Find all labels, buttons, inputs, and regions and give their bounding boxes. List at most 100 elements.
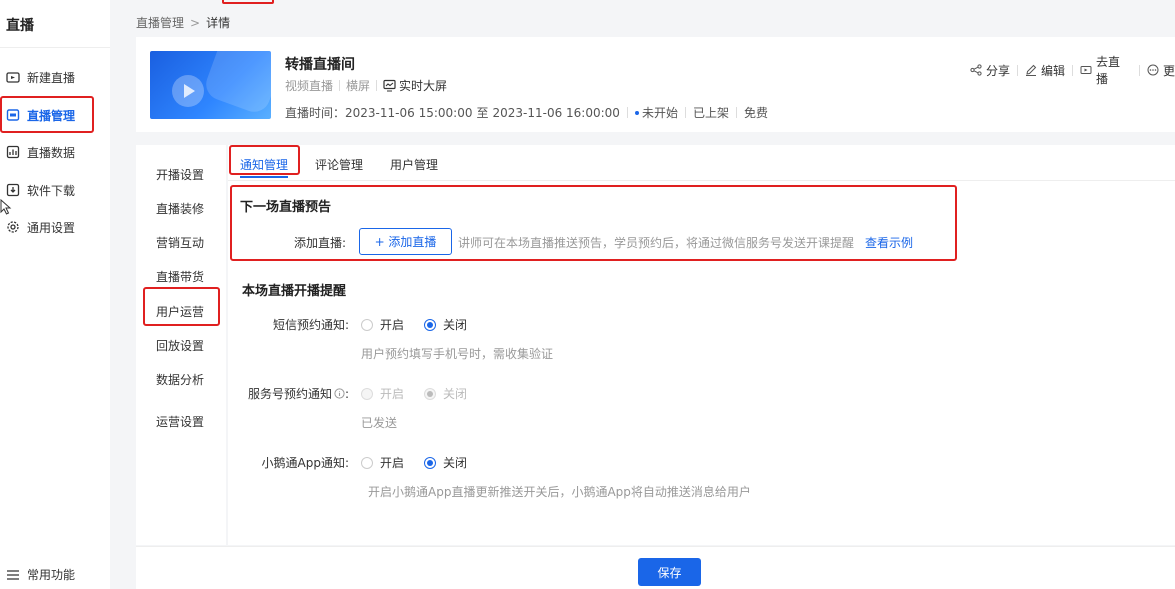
- meta-divider: [339, 80, 341, 91]
- sms-hint: 用户预约填写手机号时，需收集验证: [361, 347, 554, 361]
- meta-divider: [376, 80, 378, 91]
- live-time-to: 至: [476, 106, 489, 120]
- realtime-screen-link[interactable]: 实时大屏: [383, 77, 447, 94]
- new-live-icon: [6, 72, 20, 83]
- live-orientation: 横屏: [346, 79, 371, 93]
- realtime-screen-label: 实时大屏: [399, 79, 448, 93]
- mouse-cursor-icon: [0, 199, 12, 215]
- sidebar-item-live-data[interactable]: 直播数据: [6, 142, 75, 162]
- sidebar-divider: [0, 47, 110, 48]
- app-hint: 开启小鹅通App直播更新推送开关后，小鹅通App将自动推送消息给用户: [368, 485, 751, 499]
- play-icon: [172, 75, 204, 107]
- highlight-box-live-manage: [0, 96, 94, 133]
- service-hint: 已发送: [361, 416, 398, 430]
- service-notice-label: 服务号预约通知:: [230, 385, 349, 402]
- sms-on-radio[interactable]: 开启: [361, 316, 404, 333]
- menu-icon: [7, 569, 19, 580]
- action-divider: [1072, 64, 1073, 76]
- live-data-icon: [6, 145, 20, 159]
- save-button[interactable]: 保存: [638, 558, 701, 586]
- live-meta: 视频直播 横屏 实时大屏: [285, 77, 447, 94]
- submenu-item-broadcast-settings[interactable]: 开播设置: [156, 166, 204, 183]
- sidebar-item-new-live[interactable]: 新建直播: [6, 67, 75, 87]
- live-time-end: 2023-11-06 16:00:00: [492, 105, 620, 120]
- app-on-radio[interactable]: 开启: [361, 454, 404, 471]
- more-label: 更: [1162, 63, 1175, 78]
- highlight-box-user-operation: [143, 287, 220, 326]
- app-off-radio[interactable]: 关闭: [424, 454, 467, 471]
- time-divider: [626, 107, 628, 118]
- breadcrumb-current: 详情: [206, 16, 231, 30]
- live-header-card: 转播直播间 视频直播 横屏 实时大屏 直播时间： 2023-11-06 15:0…: [136, 37, 1175, 132]
- sidebar-item-download[interactable]: 软件下载: [6, 180, 75, 200]
- action-divider: [1138, 64, 1140, 76]
- submenu-item-selling[interactable]: 直播带货: [156, 268, 204, 285]
- live-time-row: 直播时间： 2023-11-06 15:00:00 至 2023-11-06 1…: [285, 104, 768, 121]
- sms-notice-label: 短信预约通知:: [272, 318, 349, 332]
- service-notice-text: 服务号预约通知: [247, 387, 332, 401]
- radio-circle: [361, 456, 373, 469]
- tab-users[interactable]: 用户管理: [390, 156, 438, 173]
- service-notice-colon: :: [344, 387, 349, 401]
- live-title: 转播直播间: [285, 57, 355, 73]
- live-time-label: 直播时间：: [285, 106, 346, 120]
- submenu-item-playback[interactable]: 回放设置: [156, 337, 204, 354]
- status-dot: [634, 110, 639, 115]
- share-label: 分享: [986, 63, 1011, 78]
- radio-circle: [361, 387, 373, 400]
- more-button[interactable]: 更: [1147, 62, 1175, 79]
- breadcrumb: 直播管理 > 详情: [136, 14, 230, 31]
- submenu-item-analytics[interactable]: 数据分析: [156, 371, 204, 388]
- time-divider: [684, 107, 686, 118]
- breadcrumb-parent[interactable]: 直播管理: [136, 14, 184, 31]
- time-divider: [735, 107, 737, 118]
- sidebar-title: 直播: [6, 18, 34, 34]
- more-icon: [1147, 64, 1159, 76]
- radio-label: 开启: [380, 456, 405, 470]
- pencil-icon: [1026, 64, 1037, 76]
- submenu-item-marketing[interactable]: 营销互动: [156, 234, 204, 251]
- sidebar-item-label: 通用设置: [27, 220, 76, 235]
- go-live-label: 去直播: [1096, 55, 1121, 86]
- sidebar-item-label: 新建直播: [27, 70, 76, 85]
- highlight-box-preview: [230, 185, 957, 261]
- radio-label: 关闭: [443, 318, 468, 332]
- tab-bar: 通知管理 评论管理 用户管理: [228, 145, 1175, 181]
- highlight-box-top: [222, 0, 274, 4]
- info-icon[interactable]: [334, 388, 345, 399]
- app-notice-label: 小鹅通App通知:: [261, 456, 350, 470]
- download-icon: [6, 183, 20, 197]
- sidebar-common-functions[interactable]: 常用功能: [6, 566, 75, 583]
- cover-decoration: [201, 51, 271, 117]
- detail-submenu: 开播设置 直播装修 营销互动 直播带货 用户运营 回放设置 数据分析 运营设置: [136, 145, 226, 545]
- breadcrumb-separator: >: [190, 15, 201, 30]
- submenu-item-decoration[interactable]: 直播装修: [156, 200, 204, 217]
- sidebar: 直播 新建直播 直播管理 直播数据 软件下载 通用设置 常用功能: [0, 0, 110, 589]
- tab-comments[interactable]: 评论管理: [315, 156, 363, 173]
- radio-label: 开启: [380, 387, 405, 401]
- radio-label: 开启: [380, 318, 405, 332]
- radio-label: 关闭: [443, 456, 468, 470]
- radio-circle: [424, 387, 436, 400]
- action-divider: [1017, 64, 1018, 76]
- edit-label: 编辑: [1041, 63, 1066, 78]
- active-tab-indicator: [240, 176, 288, 178]
- sidebar-item-label: 直播数据: [27, 145, 76, 160]
- share-icon: [970, 64, 982, 76]
- radio-circle: [424, 318, 436, 331]
- header-actions: 分享 编辑 去直播 更: [970, 53, 1175, 87]
- radio-circle: [424, 456, 436, 469]
- gear-icon: [7, 221, 19, 233]
- submenu-item-operation-settings[interactable]: 运营设置: [156, 413, 204, 430]
- share-button[interactable]: 分享: [970, 62, 1010, 79]
- sidebar-item-settings[interactable]: 通用设置: [6, 217, 75, 237]
- live-cover-thumbnail[interactable]: [150, 51, 271, 119]
- go-live-button[interactable]: 去直播: [1080, 53, 1132, 87]
- service-off-radio[interactable]: 关闭: [424, 385, 467, 402]
- edit-button[interactable]: 编辑: [1025, 62, 1065, 79]
- service-on-radio[interactable]: 开启: [361, 385, 404, 402]
- live-shelf-status: 已上架: [692, 106, 729, 120]
- sms-off-radio[interactable]: 关闭: [424, 316, 467, 333]
- reminder-section-title: 本场直播开播提醒: [242, 284, 347, 299]
- highlight-box-tab: [229, 145, 300, 175]
